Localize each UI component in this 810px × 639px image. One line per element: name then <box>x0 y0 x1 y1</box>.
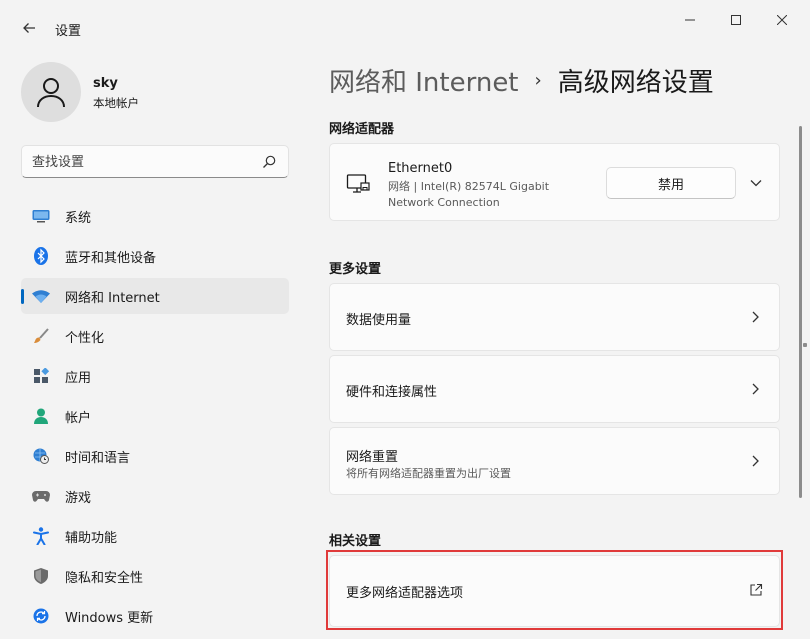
section-more-heading: 更多设置 <box>329 262 382 277</box>
update-icon <box>32 607 50 625</box>
sidebar-item-network[interactable]: 网络和 Internet <box>21 278 289 314</box>
accessibility-icon <box>32 527 50 545</box>
scrollbar-marker <box>803 343 807 347</box>
adapter-name: Ethernet0 <box>388 161 453 176</box>
sidebar-item-accounts[interactable]: 帐户 <box>21 398 289 434</box>
brush-icon <box>32 327 50 345</box>
adapter-card: Ethernet0 网络 | Intel(R) 82574L Gigabit N… <box>329 143 780 221</box>
avatar[interactable] <box>21 62 81 122</box>
back-button[interactable] <box>14 14 44 42</box>
wifi-icon <box>32 287 50 305</box>
adapter-desc-line2: Network Connection <box>388 196 500 209</box>
arrow-left-icon <box>23 23 35 33</box>
row-title: 数据使用量 <box>346 313 412 328</box>
breadcrumb: 网络和 Internet › 高级网络设置 <box>329 62 714 99</box>
settings-window: 设置 sky 本地帐户 系统 蓝牙和其他设备 网络和 Internet <box>0 0 810 639</box>
chevron-right-icon <box>752 455 759 467</box>
search-icon[interactable] <box>261 154 277 170</box>
account-icon <box>32 407 50 425</box>
sidebar-item-label: Windows 更新 <box>65 610 154 626</box>
minimize-button[interactable] <box>670 6 710 34</box>
maximize-button[interactable] <box>716 6 756 34</box>
minimize-icon <box>685 19 695 21</box>
sidebar-item-system[interactable]: 系统 <box>21 198 289 234</box>
sidebar-item-time-language[interactable]: 时间和语言 <box>21 438 289 474</box>
row-title: 更多网络适配器选项 <box>346 586 464 601</box>
row-subtitle: 将所有网络适配器重置为出厂设置 <box>346 467 511 480</box>
close-icon <box>777 15 787 25</box>
sidebar-nav: 系统 蓝牙和其他设备 网络和 Internet 个性化 应用 帐户 时间和语言 <box>21 198 289 638</box>
section-related-heading: 相关设置 <box>329 534 382 549</box>
breadcrumb-parent[interactable]: 网络和 Internet <box>329 62 519 99</box>
row-title: 网络重置 <box>346 450 399 465</box>
maximize-icon <box>731 15 741 25</box>
sidebar-item-accessibility[interactable]: 辅助功能 <box>21 518 289 554</box>
user-icon <box>37 78 65 108</box>
sidebar-item-windows-update[interactable]: Windows 更新 <box>21 598 289 634</box>
page-title: 高级网络设置 <box>557 68 714 98</box>
sidebar-item-label: 隐私和安全性 <box>65 570 144 586</box>
chevron-down-icon <box>750 180 762 187</box>
sidebar-item-label: 辅助功能 <box>65 530 118 546</box>
search-input[interactable] <box>32 152 257 172</box>
apps-icon <box>32 367 50 385</box>
network-reset-row[interactable]: 网络重置 将所有网络适配器重置为出厂设置 <box>329 427 780 495</box>
sidebar-item-label: 帐户 <box>65 410 92 426</box>
bluetooth-icon <box>32 247 50 265</box>
chevron-right-icon <box>752 383 759 395</box>
close-button[interactable] <box>762 6 802 34</box>
breadcrumb-separator: › <box>534 70 542 91</box>
sidebar-item-label: 蓝牙和其他设备 <box>65 250 157 266</box>
sidebar-item-bluetooth[interactable]: 蓝牙和其他设备 <box>21 238 289 274</box>
sidebar-item-personalization[interactable]: 个性化 <box>21 318 289 354</box>
gamepad-icon <box>32 487 50 505</box>
external-link-icon <box>750 583 763 596</box>
sidebar-item-label: 系统 <box>65 210 92 226</box>
app-title: 设置 <box>55 24 82 39</box>
adapter-desc-line1: 网络 | Intel(R) 82574L Gigabit <box>388 180 550 193</box>
shield-icon <box>32 567 50 585</box>
sidebar-item-label: 时间和语言 <box>65 450 131 466</box>
expand-adapter-button[interactable] <box>746 173 766 193</box>
sidebar-item-label: 个性化 <box>65 330 105 346</box>
data-usage-row[interactable]: 数据使用量 <box>329 283 780 351</box>
sidebar-item-label: 网络和 Internet <box>65 290 160 306</box>
scrollbar[interactable] <box>799 126 802 498</box>
more-adapter-options-row[interactable]: 更多网络适配器选项 <box>329 555 780 627</box>
disable-button[interactable]: 禁用 <box>606 167 736 199</box>
user-name: sky <box>93 76 118 91</box>
globe-clock-icon <box>32 447 50 465</box>
title-bar: 设置 <box>0 0 810 48</box>
sidebar-item-privacy[interactable]: 隐私和安全性 <box>21 558 289 594</box>
system-icon <box>32 207 50 225</box>
adapter-description: 网络 | Intel(R) 82574L Gigabit Network Con… <box>388 179 588 211</box>
ethernet-monitor-icon <box>346 174 370 193</box>
sidebar-item-gaming[interactable]: 游戏 <box>21 478 289 514</box>
hardware-properties-row[interactable]: 硬件和连接属性 <box>329 355 780 423</box>
sidebar-item-label: 应用 <box>65 370 92 386</box>
account-type: 本地帐户 <box>93 96 139 110</box>
row-title: 硬件和连接属性 <box>346 385 438 400</box>
search-box[interactable] <box>21 145 289 178</box>
chevron-right-icon <box>752 311 759 323</box>
section-adapters-heading: 网络适配器 <box>329 122 395 137</box>
sidebar-item-label: 游戏 <box>65 490 92 506</box>
sidebar-item-apps[interactable]: 应用 <box>21 358 289 394</box>
